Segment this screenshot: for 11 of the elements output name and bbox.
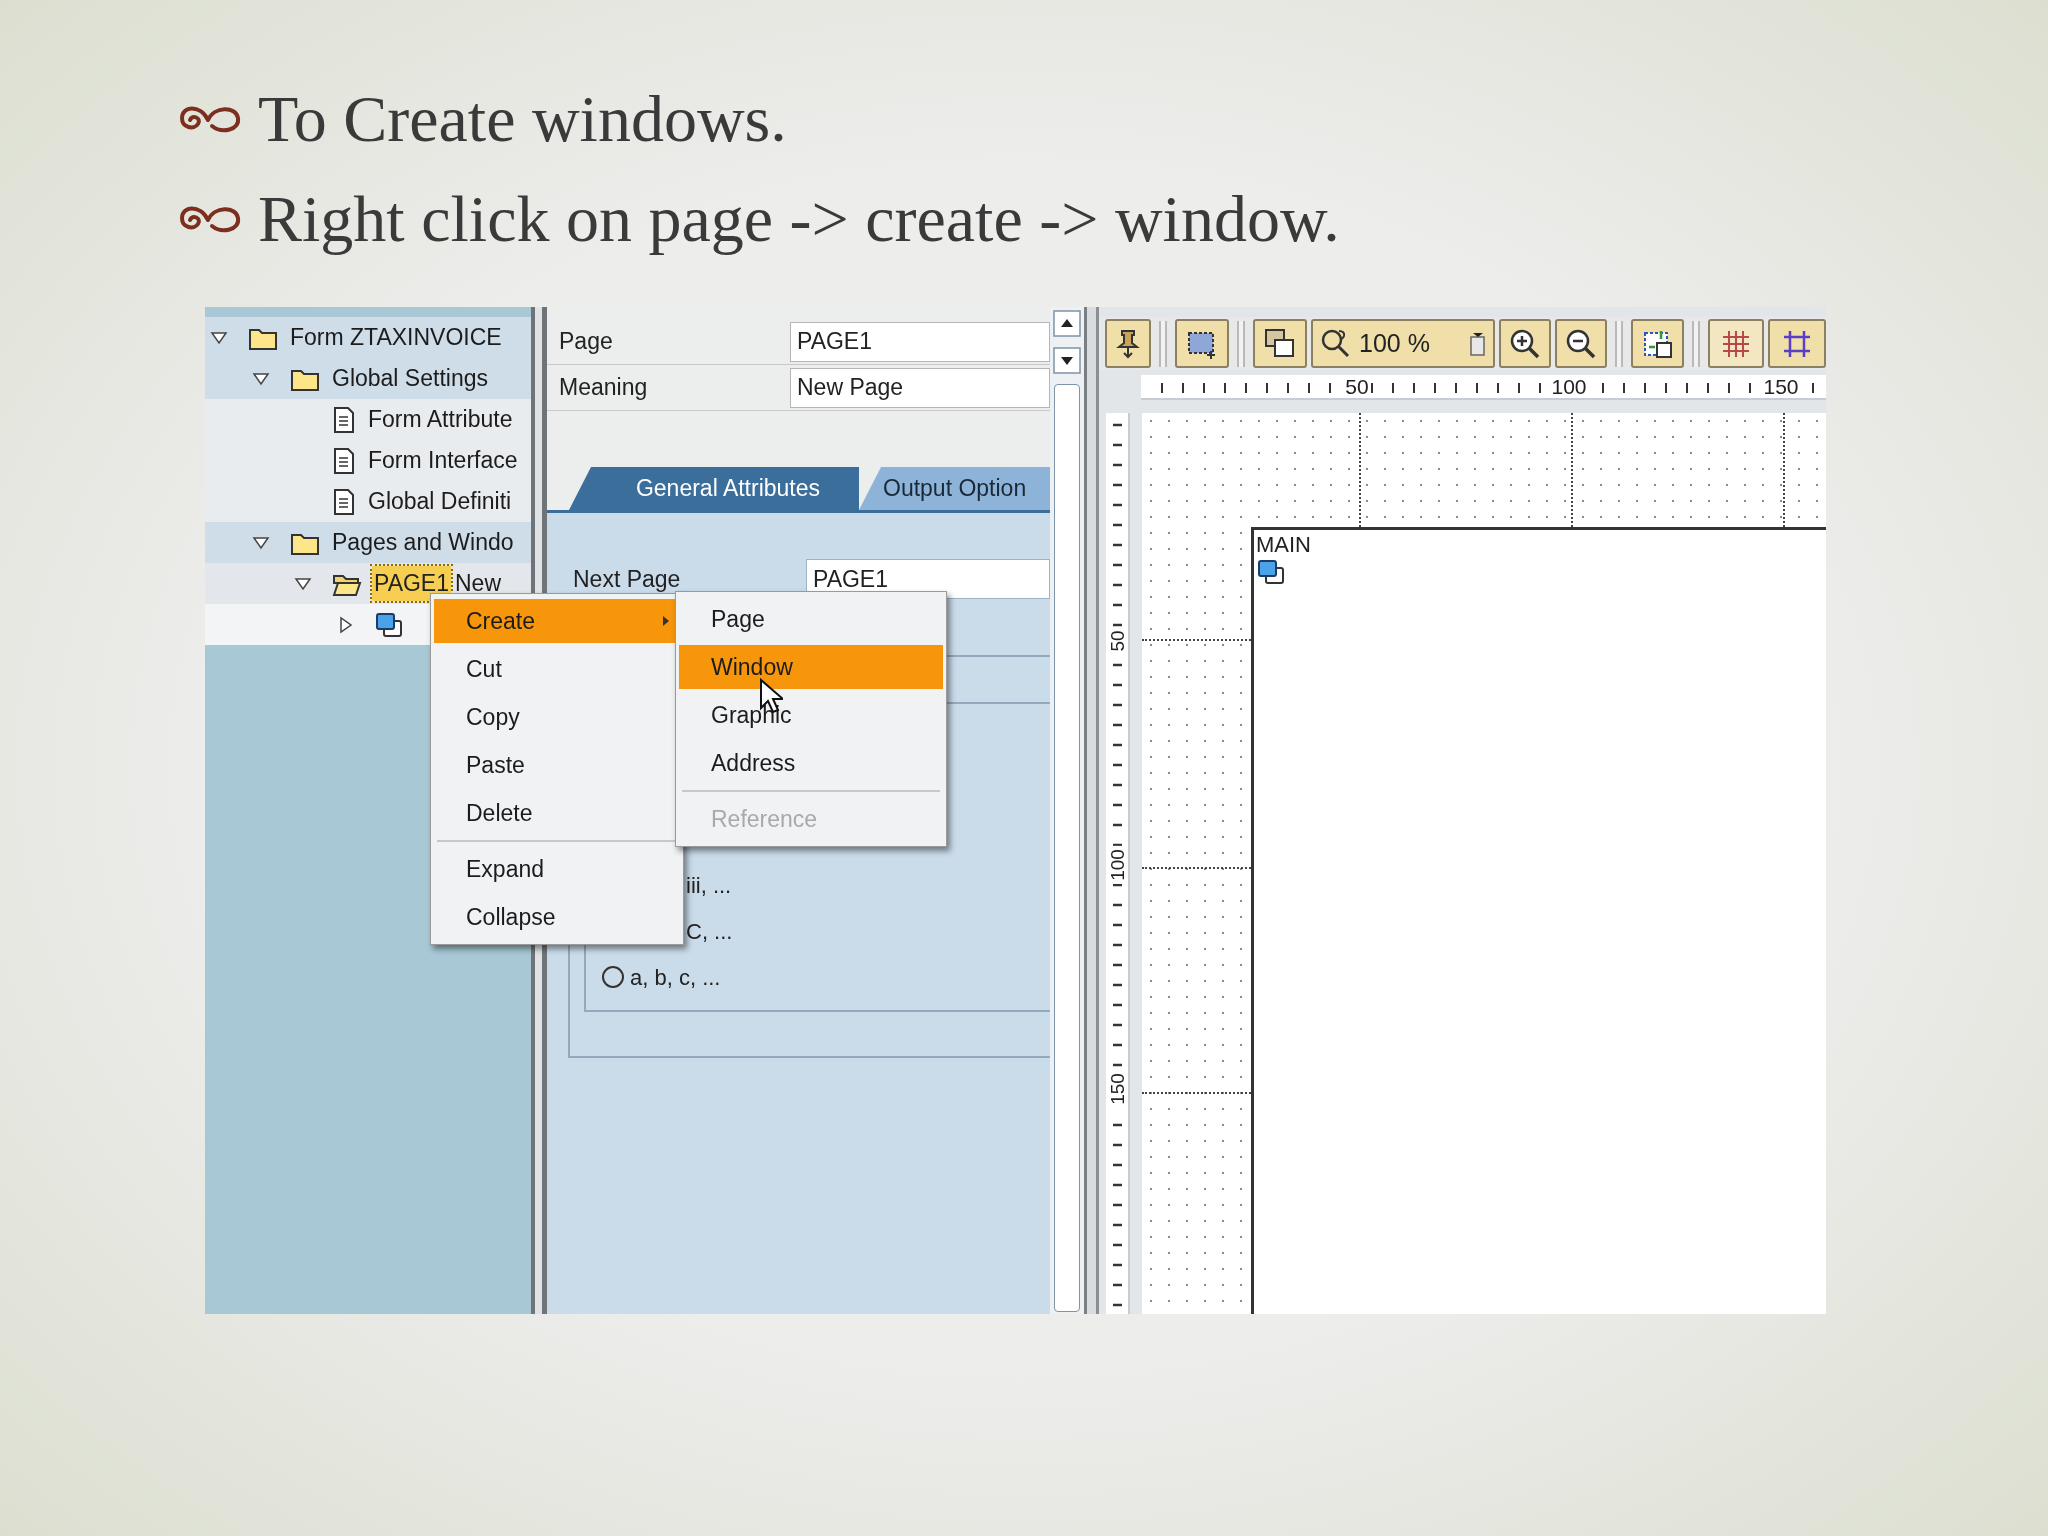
bullet-text: To Create windows. <box>258 80 787 157</box>
radio-label: iii, ... <box>686 871 732 900</box>
field-label: Next Page <box>572 564 682 594</box>
window-label: MAIN <box>1256 532 1311 558</box>
field-label: Page <box>558 327 614 357</box>
bullet-text: Right click on page -> create -> window. <box>258 180 1340 257</box>
radio-label: C, ... <box>686 917 733 946</box>
radio-label: a, b, c, ... <box>630 963 721 992</box>
tree-item-description: New <box>455 569 501 599</box>
field-label: Meaning <box>558 373 649 403</box>
zoom-value: 100 % <box>1359 327 1430 359</box>
